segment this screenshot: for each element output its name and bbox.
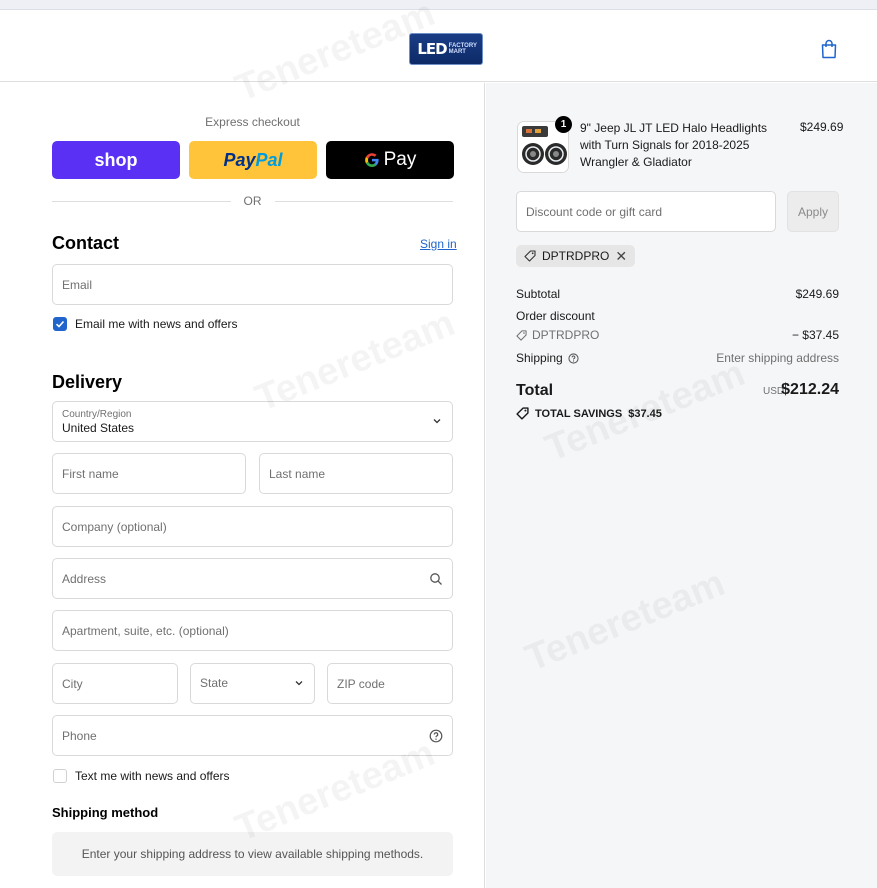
company-placeholder: Company (optional) [62, 520, 167, 534]
store-logo[interactable]: LED FACTORY MART [409, 33, 483, 65]
company-field[interactable]: Company (optional) [52, 506, 453, 547]
discount-code-chip-label: DPTRDPRO [542, 249, 610, 263]
subtotal-label: Subtotal [516, 287, 561, 301]
discount-placeholder: Discount code or gift card [526, 205, 663, 219]
country-select[interactable]: Country/Region United States [52, 401, 453, 442]
order-discount-label: Order discount [516, 309, 595, 323]
browser-top-strip [0, 0, 877, 10]
paypal-button[interactable]: Pay Pal [189, 141, 317, 179]
google-g-icon [364, 153, 379, 167]
text-news-checkbox-row[interactable]: Text me with news and offers [53, 769, 230, 783]
help-circle-icon[interactable] [429, 729, 443, 743]
total-label: Total [516, 382, 554, 399]
quantity-badge: 1 [555, 116, 572, 133]
tag-icon [516, 329, 527, 341]
apartment-field[interactable]: Apartment, suite, etc. (optional) [52, 610, 453, 651]
or-text: OR [243, 194, 262, 208]
chevron-down-icon [295, 681, 303, 686]
google-pay-label: Pay [383, 149, 417, 170]
help-circle-icon[interactable] [568, 352, 579, 364]
state-placeholder: State [200, 676, 229, 690]
tag-icon [524, 250, 536, 262]
email-placeholder: Email [62, 278, 93, 292]
discount-code-label: DPTRDPRO [532, 328, 600, 342]
last-name-placeholder: Last name [269, 467, 326, 481]
shop-pay-label: shop [94, 149, 138, 170]
phone-field[interactable]: Phone [52, 715, 453, 756]
last-name-field[interactable]: Last name [259, 453, 453, 494]
paypal-label-a: Pay [223, 149, 256, 170]
text-news-label: Text me with news and offers [75, 769, 230, 783]
subtotal-row: Subtotal $249.69 [516, 287, 839, 301]
check-icon [55, 320, 65, 328]
contact-title: Contact [52, 233, 119, 253]
product-name: 9" Jeep JL JT LED Halo Headlights with T… [580, 121, 768, 169]
total-savings: TOTAL SAVINGS $37.45 [516, 407, 662, 420]
apply-discount-button[interactable]: Apply [787, 191, 839, 232]
tag-icon [516, 407, 529, 420]
checkout-form-column: Express checkout shop Pay Pal Pay OR Cont… [0, 83, 485, 888]
country-value: United States [62, 421, 135, 435]
email-news-label: Email me with news and offers [75, 317, 238, 331]
discount-code-chip: DPTRDPRO ✕ [516, 245, 636, 267]
first-name-field[interactable]: First name [52, 453, 246, 494]
order-discount-row: Order discount [516, 309, 839, 323]
subtotal-value: $249.69 [795, 287, 839, 301]
google-pay-button[interactable]: Pay [326, 141, 454, 179]
discount-code-field[interactable]: Discount code or gift card [516, 191, 776, 232]
checkout-header: LED FACTORY MART [0, 12, 877, 82]
express-checkout-label: Express checkout [205, 115, 300, 129]
shipping-method-title: Shipping method [52, 805, 159, 820]
product-price: $249.69 [800, 120, 844, 134]
shipping-method-message: Enter your shipping address to view avai… [52, 832, 453, 876]
order-summary-column: 1 9" Jeep JL JT LED Halo Headlights with… [486, 83, 877, 888]
savings-value: $37.45 [628, 407, 662, 420]
email-news-checkbox[interactable] [53, 317, 67, 331]
shop-pay-button[interactable]: shop [52, 141, 180, 179]
discount-code-row: DPTRDPRO − $37.45 [516, 328, 839, 342]
shipping-row: Shipping Enter shipping address [516, 351, 839, 365]
logo-text: LED [417, 40, 447, 58]
email-news-checkbox-row[interactable]: Email me with news and offers [53, 317, 238, 331]
email-field[interactable]: Email [52, 264, 453, 305]
sign-in-link[interactable]: Sign in [420, 237, 457, 251]
city-placeholder: City [62, 677, 83, 691]
logo-subtext: FACTORY MART [448, 43, 477, 55]
chevron-down-icon [433, 419, 441, 424]
apartment-placeholder: Apartment, suite, etc. (optional) [62, 624, 229, 638]
search-icon [430, 573, 442, 585]
remove-discount-icon[interactable]: ✕ [615, 248, 627, 265]
delivery-title: Delivery [52, 372, 123, 392]
or-divider: OR [52, 194, 453, 208]
shipping-value: Enter shipping address [716, 351, 839, 365]
first-name-placeholder: First name [62, 467, 119, 481]
state-select[interactable]: State [190, 663, 315, 704]
zip-field[interactable]: ZIP code [327, 663, 453, 704]
city-field[interactable]: City [52, 663, 178, 704]
paypal-label-b: Pal [255, 149, 283, 170]
savings-label: TOTAL SAVINGS [535, 407, 623, 420]
address-placeholder: Address [62, 572, 107, 586]
zip-placeholder: ZIP code [337, 677, 385, 691]
discount-value: − $37.45 [791, 328, 839, 342]
shopping-bag-icon[interactable] [820, 39, 838, 59]
shipping-label: Shipping [516, 351, 563, 365]
address-field[interactable]: Address [52, 558, 453, 599]
country-label: Country/Region [62, 409, 132, 420]
text-news-checkbox[interactable] [53, 769, 67, 783]
total-amount: $212.24 [781, 381, 839, 398]
phone-placeholder: Phone [62, 729, 97, 743]
